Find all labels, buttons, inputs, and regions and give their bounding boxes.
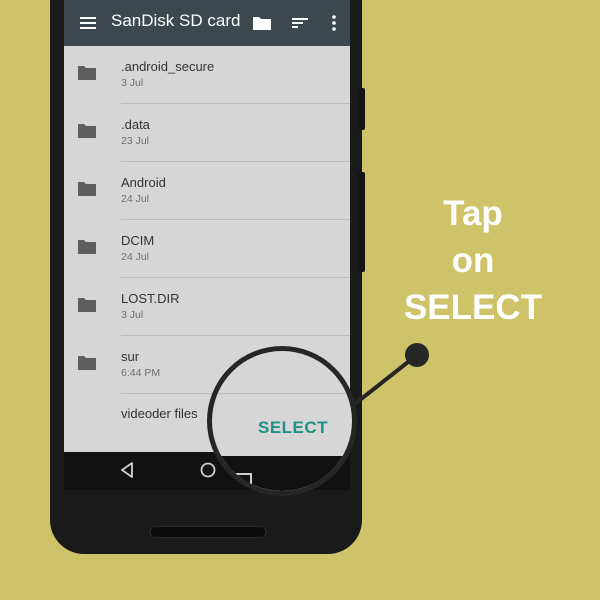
magnifier-callout: SELECT xyxy=(207,346,357,496)
instruction-line: on xyxy=(451,241,495,280)
magnified-nav-bar xyxy=(212,456,352,491)
instruction-line: SELECT xyxy=(403,288,543,327)
instruction-text: Tap on SELECT xyxy=(380,190,566,331)
instruction-line: Tap xyxy=(443,194,503,233)
select-button[interactable]: SELECT xyxy=(258,418,328,438)
divider xyxy=(212,393,352,394)
